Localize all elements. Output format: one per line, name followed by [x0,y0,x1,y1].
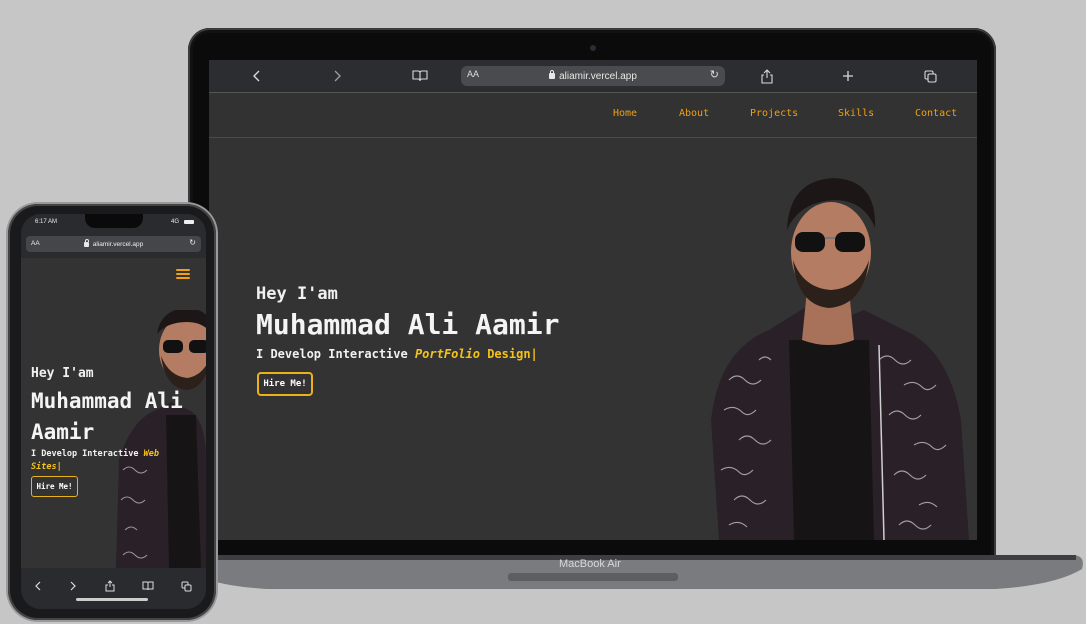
tagline-suffix: Design| [479,347,538,361]
portrait-photo [711,178,969,540]
phone-hero-name: Muhammad Ali Aamir [31,389,183,444]
battery-icon [184,220,194,224]
book-icon [412,70,428,82]
chevron-right-icon [334,70,341,82]
phone-back-button[interactable] [28,578,48,594]
chevron-left-icon [35,581,41,591]
phone-hire-me-button[interactable]: Hire Me! [31,476,78,497]
phone-notch [85,214,143,228]
chevron-left-icon [253,70,260,82]
phone-url-text: aliamir.vercel.app [92,240,144,248]
book-icon [142,581,154,591]
home-indicator [76,598,148,601]
nav-contact[interactable]: Contact [915,108,957,119]
bookmarks-button[interactable] [405,60,435,92]
site-navbar: Home About Projects Skills Contact [209,92,977,138]
share-icon [761,68,773,84]
laptop-model-label: MacBook Air [559,558,621,570]
phone-address-bar[interactable]: AA aliamir.vercel.app ↻ [26,236,201,252]
tabs-icon [923,69,937,83]
url-text: aliamir.vercel.app [559,70,637,82]
tagline-prefix: I Develop Interactive [256,347,415,361]
hero-greeting: Hey I'am [256,284,338,304]
lock-icon [549,70,556,79]
phone-bookmarks-button[interactable] [138,578,158,594]
lock-icon [83,238,89,247]
tabs-button[interactable] [915,60,945,92]
reader-settings-button[interactable]: AA [467,69,479,79]
hire-me-button[interactable]: Hire Me! [257,372,313,396]
reload-icon[interactable]: ↻ [710,68,719,81]
new-tab-button[interactable] [833,60,863,92]
back-button[interactable] [242,60,272,92]
share-icon [105,580,115,592]
share-button[interactable] [752,60,782,92]
phone-hero-tagline: I Develop Interactive Web Sites| [31,448,181,474]
nav-skills[interactable]: Skills [838,108,874,119]
phone-screen: 6:17 AM 4G AA aliamir.vercel.app ↻ Hey I… [21,214,206,609]
chevron-right-icon [70,581,76,591]
phone-reader-button[interactable]: AA [31,240,40,247]
plus-icon [843,71,853,81]
hamburger-menu-icon[interactable] [176,269,190,279]
phone-tabs-button[interactable] [176,578,196,594]
status-signal: 4G [171,219,180,225]
tabs-icon [181,581,191,591]
hero-tagline: I Develop Interactive PortFolio Design| [256,347,538,361]
tagline-highlight: PortFolio [414,347,480,361]
nav-projects[interactable]: Projects [750,108,798,119]
phone-forward-button[interactable] [63,578,83,594]
status-time: 6:17 AM [35,219,58,225]
nav-home[interactable]: Home [613,108,637,119]
forward-button[interactable] [322,60,352,92]
address-bar[interactable]: AA aliamir.vercel.app ↻ [461,66,725,86]
phone-tagline-prefix: I Develop Interactive [31,449,144,459]
phone-browser-toolbar [21,568,206,609]
nav-about[interactable]: About [679,108,709,119]
reload-icon[interactable]: ↻ [189,238,196,247]
browser-toolbar: AA aliamir.vercel.app ↻ [209,60,977,92]
phone-share-button[interactable] [100,578,120,594]
camera-icon [590,45,596,51]
laptop-base [180,555,1083,589]
phone-hero-greeting: Hey I'am [31,366,94,381]
laptop-screen: AA aliamir.vercel.app ↻ Home About Proje… [209,60,977,540]
hero-name: Muhammad Ali Aamir [256,308,560,341]
